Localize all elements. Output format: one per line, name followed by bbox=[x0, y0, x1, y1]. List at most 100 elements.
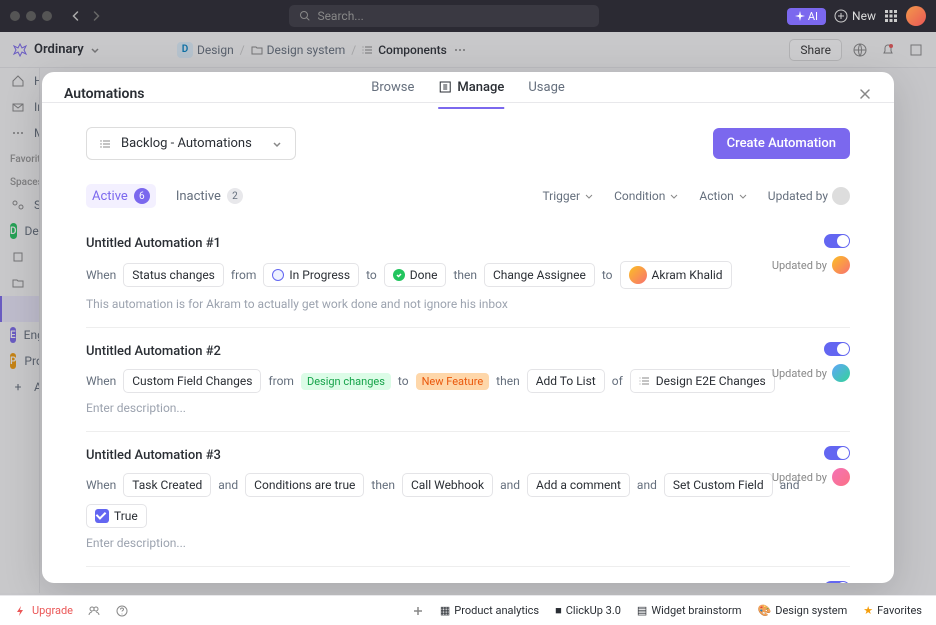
bolt-icon bbox=[14, 605, 26, 617]
rule-chip[interactable]: Akram Khalid bbox=[620, 261, 732, 289]
apps-icon[interactable] bbox=[884, 9, 898, 23]
plus-circle-icon bbox=[834, 9, 848, 23]
rule-chip[interactable]: Add a comment bbox=[527, 473, 630, 497]
titlebar: Search... AI New bbox=[0, 0, 936, 32]
user-avatar bbox=[629, 266, 647, 284]
rule-connector: When bbox=[86, 374, 116, 388]
automation-toggle[interactable] bbox=[824, 342, 850, 356]
filter-updated-by[interactable]: Updated by bbox=[768, 187, 850, 205]
updated-by-avatar bbox=[832, 256, 850, 274]
rule-connector: then bbox=[453, 268, 477, 282]
rule-chip[interactable]: Change Assignee bbox=[484, 263, 595, 287]
list-selector[interactable]: Backlog - Automations bbox=[86, 127, 296, 160]
rule-tag[interactable]: Design changes bbox=[301, 373, 391, 390]
rule-connector: from bbox=[231, 268, 257, 282]
automation-rule: WhenCustom Field ChangesfromDesign chang… bbox=[86, 369, 850, 393]
manage-icon bbox=[438, 80, 452, 94]
automation-toggle[interactable] bbox=[824, 581, 850, 583]
rule-chip[interactable]: Done bbox=[384, 263, 447, 287]
updated-by-avatar bbox=[832, 468, 850, 486]
rule-chip[interactable]: Set Custom Field bbox=[664, 473, 773, 497]
rule-connector: to bbox=[398, 374, 409, 388]
rule-connector: and bbox=[637, 478, 657, 492]
automation-row[interactable]: Untitled Automation #2 When Custom Field C… bbox=[86, 328, 850, 432]
list-icon bbox=[639, 375, 651, 387]
rule-connector: then bbox=[496, 374, 520, 388]
automation-rule: When Task Created and Conditions are true th… bbox=[86, 473, 850, 528]
help-icon[interactable] bbox=[115, 604, 129, 618]
close-icon bbox=[858, 87, 872, 101]
modal-title: Automations bbox=[64, 86, 145, 102]
rule-chip[interactable]: True bbox=[86, 504, 147, 528]
updated-by-label: Updated by bbox=[772, 364, 850, 382]
updated-by-label: Updated by bbox=[772, 256, 850, 274]
filter-action[interactable]: Action bbox=[699, 189, 747, 203]
rule-connector: and bbox=[500, 478, 520, 492]
user-avatar[interactable] bbox=[906, 6, 926, 26]
filter-trigger[interactable]: Trigger bbox=[542, 189, 594, 203]
rule-connector: of bbox=[612, 374, 623, 388]
automation-description[interactable]: Enter description... bbox=[86, 401, 850, 415]
users-icon[interactable] bbox=[87, 604, 101, 618]
automation-rule: WhenStatus changesfromIn ProgresstoDonet… bbox=[86, 261, 850, 289]
footer-item[interactable]: ▤ Widget brainstorm bbox=[637, 604, 742, 617]
automation-description[interactable]: This automation is for Akram to actually… bbox=[86, 297, 850, 311]
footer-item[interactable]: ■ ClickUp 3.0 bbox=[555, 604, 621, 617]
rule-chip[interactable]: Call Webhook bbox=[402, 473, 493, 497]
updated-by-label: Updated by bbox=[772, 468, 850, 486]
automation-row[interactable]: Untitled Automation #1 When Status changes… bbox=[86, 220, 850, 328]
footer-item[interactable]: 🎨 Design system bbox=[758, 604, 848, 617]
filter-active[interactable]: Active 6 bbox=[86, 184, 156, 208]
search-placeholder: Search... bbox=[317, 9, 363, 23]
rule-chip[interactable]: Add To List bbox=[527, 369, 605, 393]
selector-label: Backlog - Automations bbox=[121, 136, 252, 151]
rule-chip[interactable]: Task Created bbox=[123, 473, 211, 497]
filter-condition[interactable]: Condition bbox=[614, 189, 679, 203]
rule-connector: then bbox=[371, 478, 395, 492]
global-search[interactable]: Search... bbox=[289, 5, 599, 27]
status-dot-icon bbox=[393, 269, 405, 281]
tab-usage[interactable]: Usage bbox=[528, 80, 564, 109]
automation-row[interactable]: Untitled Automation #3 When Task Created an… bbox=[86, 432, 850, 567]
rule-connector: and bbox=[218, 478, 238, 492]
footer-favorites[interactable]: ★ Favorites bbox=[863, 604, 922, 617]
automation-title: Untitled Automation #3 bbox=[86, 448, 850, 463]
rule-connector: to bbox=[602, 268, 613, 282]
filter-inactive[interactable]: Inactive 2 bbox=[170, 184, 249, 208]
rule-tag[interactable]: New Feature bbox=[416, 373, 490, 390]
nav-forward-icon[interactable] bbox=[90, 10, 102, 22]
create-automation-button[interactable]: Create Automation bbox=[713, 128, 850, 159]
automation-row[interactable]: Untitled Automation #4WhenStatus changes… bbox=[86, 567, 850, 583]
ai-button[interactable]: AI bbox=[787, 8, 826, 25]
tab-browse[interactable]: Browse bbox=[371, 80, 414, 109]
sparkle-icon bbox=[795, 11, 805, 21]
footer: Upgrade ▦ Product analytics ■ ClickUp 3.… bbox=[0, 595, 936, 625]
rule-connector: to bbox=[366, 268, 377, 282]
close-button[interactable] bbox=[858, 87, 872, 101]
status-dot-icon bbox=[272, 269, 284, 281]
tab-manage[interactable]: Manage bbox=[438, 80, 504, 109]
rule-chip[interactable]: Status changes bbox=[123, 263, 224, 287]
rule-chip[interactable]: Custom Field Changes bbox=[123, 369, 261, 393]
upgrade-button[interactable]: Upgrade bbox=[14, 604, 73, 617]
window-controls[interactable] bbox=[10, 11, 52, 21]
nav-back-icon[interactable] bbox=[70, 10, 82, 22]
search-icon bbox=[299, 10, 311, 22]
footer-item[interactable]: ▦ Product analytics bbox=[440, 604, 539, 617]
new-button[interactable]: New bbox=[834, 9, 876, 23]
automation-description[interactable]: Enter description... bbox=[86, 536, 850, 550]
rule-chip[interactable]: Conditions are true bbox=[245, 473, 364, 497]
chevron-down-icon bbox=[271, 138, 283, 150]
plus-icon[interactable] bbox=[412, 605, 424, 617]
automation-toggle[interactable] bbox=[824, 446, 850, 460]
rule-connector: When bbox=[86, 268, 116, 282]
automation-title: Untitled Automation #2 bbox=[86, 344, 850, 359]
automation-toggle[interactable] bbox=[824, 234, 850, 248]
rule-chip[interactable]: In Progress bbox=[263, 263, 359, 287]
updated-by-avatar bbox=[832, 364, 850, 382]
checkbox-icon bbox=[95, 509, 109, 523]
automation-title: Untitled Automation #1 bbox=[86, 236, 850, 251]
rule-chip[interactable]: Design E2E Changes bbox=[630, 369, 775, 393]
list-icon bbox=[99, 137, 113, 151]
rule-connector: When bbox=[86, 478, 116, 492]
